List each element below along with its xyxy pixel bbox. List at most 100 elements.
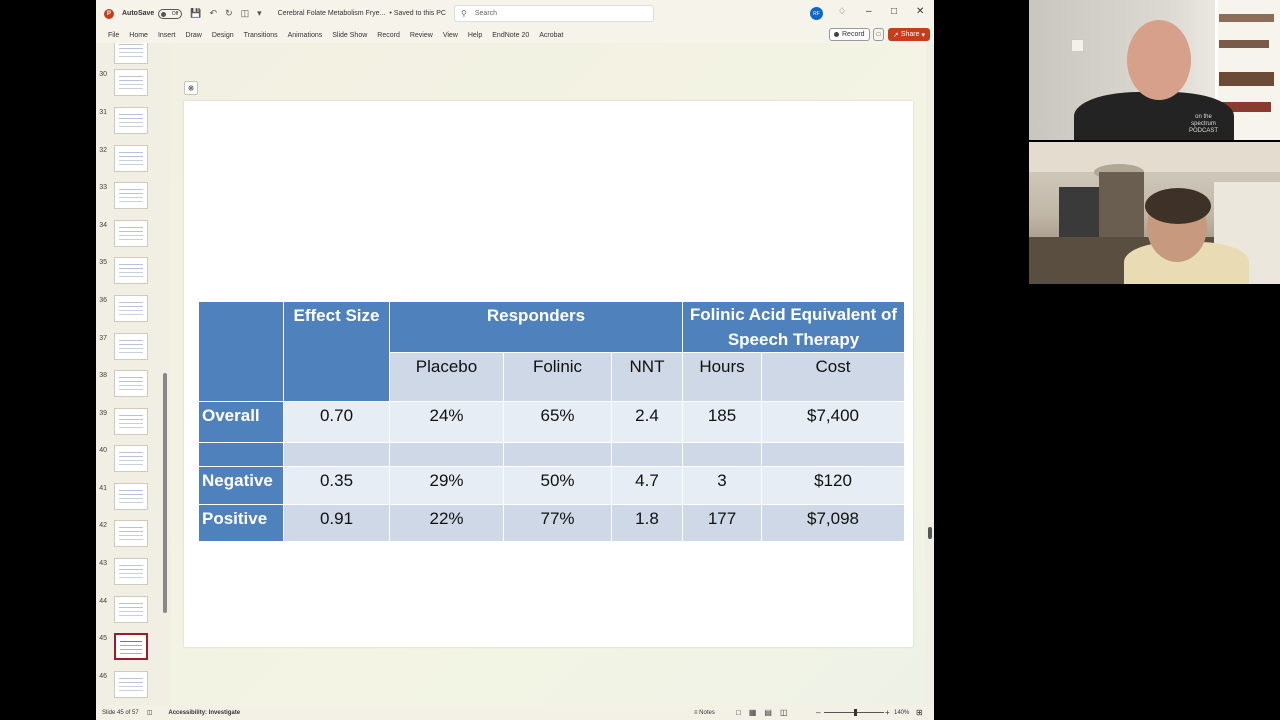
thumbnail-image[interactable] — [114, 408, 148, 435]
thumbnail-image[interactable] — [114, 445, 148, 472]
row-label-positive: Positive — [198, 504, 284, 542]
tab-design[interactable]: Design — [212, 32, 234, 39]
thumbnail-43[interactable]: 43 — [96, 558, 170, 592]
zoom-level[interactable]: 140% — [894, 710, 909, 716]
minimize-icon[interactable]: – — [866, 6, 872, 17]
accessibility-status[interactable]: Accessibility: Investigate — [168, 710, 240, 716]
powerpoint-window: P AutoSave Off 💾 ↶ ↻ ◫ ▾ Cerebral Folate… — [96, 0, 934, 720]
notes-button[interactable]: ≡ Notes — [694, 710, 715, 716]
thumbnail-34[interactable]: 34 — [96, 220, 170, 254]
thumbnail-image[interactable] — [114, 370, 148, 397]
autosave-state: Off — [171, 10, 179, 17]
search-icon: ⚲ — [461, 9, 467, 18]
thumbnail-41[interactable]: 41 — [96, 483, 170, 517]
thumbnail-image[interactable] — [114, 596, 148, 623]
tab-draw[interactable]: Draw — [185, 32, 201, 39]
share-dropdown-icon: ▾ — [919, 31, 925, 39]
search-box[interactable]: ⚲ Search — [454, 5, 654, 22]
zoom-slider-knob[interactable] — [854, 709, 857, 716]
thumbnail-image[interactable] — [114, 107, 148, 134]
thumbnail-image[interactable] — [114, 145, 148, 172]
autosave-toggle[interactable]: Off — [158, 8, 183, 19]
thumbnail-image[interactable] — [114, 483, 148, 510]
thumbnail-38[interactable]: 38 — [96, 370, 170, 404]
header-cost: Cost — [761, 352, 905, 402]
maximize-icon[interactable]: □ — [891, 6, 897, 17]
thumbnail-number: 36 — [99, 297, 107, 304]
tab-endnote[interactable]: EndNote 20 — [492, 32, 529, 39]
undo-icon[interactable]: ↶ — [210, 8, 218, 19]
thumbnail-35[interactable]: 35 — [96, 257, 170, 291]
thumbnail-32[interactable]: 32 — [96, 145, 170, 179]
thumbnail-image[interactable] — [114, 257, 148, 284]
thumbnail-image[interactable] — [114, 558, 148, 585]
view-buttons[interactable]: □▦▤◫ — [736, 708, 796, 717]
redo-icon[interactable]: ↻ — [225, 8, 233, 19]
customize-qat-icon[interactable]: ▾ — [257, 8, 262, 19]
tab-record[interactable]: Record — [377, 32, 400, 39]
thumbnail-number: 31 — [99, 109, 107, 116]
thumbnail-image[interactable] — [114, 333, 148, 360]
thumbnail-image[interactable] — [114, 295, 148, 322]
document-title[interactable]: Cerebral Folate Metabolism Frye... — [278, 10, 386, 17]
editor-scrollbar[interactable] — [926, 43, 934, 705]
thumbnail-45-selected[interactable]: 45 — [96, 633, 170, 667]
thumbnail-42[interactable]: 42 — [96, 520, 170, 554]
tab-review[interactable]: Review — [410, 32, 433, 39]
save-icon[interactable]: 💾 — [190, 8, 201, 19]
thumbnail-image[interactable] — [114, 43, 148, 64]
thumbnails-scrollbar[interactable] — [163, 373, 167, 613]
thumbnail-37[interactable]: 37 — [96, 333, 170, 367]
spelling-icon[interactable]: ◫ — [147, 709, 153, 716]
present-icon[interactable]: ◫ — [241, 8, 250, 19]
thumbnail-40[interactable]: 40 — [96, 445, 170, 479]
close-icon[interactable]: ✕ — [916, 6, 924, 17]
thumbnail-image[interactable] — [114, 220, 148, 247]
record-button[interactable]: Record — [829, 28, 870, 41]
results-table[interactable]: Effect Size Responders Folinic Acid Equi… — [198, 301, 905, 542]
thumbnail-30[interactable]: 30 — [96, 69, 170, 103]
thumbnail-33[interactable]: 33 — [96, 182, 170, 216]
cell-nnt: 4.7 — [611, 466, 683, 505]
thumbnail-image[interactable] — [114, 671, 148, 698]
thumbnail-image[interactable] — [114, 182, 148, 209]
tab-slide-show[interactable]: Slide Show — [332, 32, 367, 39]
designer-ideas-icon[interactable]: ❋ — [184, 81, 198, 95]
thumbnail-36[interactable]: 36 — [96, 295, 170, 329]
thumbnail-image[interactable] — [114, 633, 148, 660]
thumbnail-number: 40 — [99, 447, 107, 454]
thumbnail-number: 38 — [99, 372, 107, 379]
thumbnail-46[interactable]: 46 — [96, 671, 170, 705]
user-avatar[interactable]: RF — [810, 7, 823, 20]
header-responders: Responders — [389, 301, 683, 353]
cell-placebo: 22% — [389, 504, 504, 542]
zoom-out-icon[interactable]: – — [816, 708, 820, 717]
thumbnail-39[interactable]: 39 — [96, 408, 170, 442]
tab-view[interactable]: View — [443, 32, 458, 39]
share-button[interactable]: ↗ Share ▾ — [888, 28, 930, 41]
editor-scrollbar-thumb[interactable] — [928, 527, 932, 539]
thumbnail-44[interactable]: 44 — [96, 596, 170, 630]
thumbnail-29[interactable] — [96, 43, 170, 71]
tab-animations[interactable]: Animations — [288, 32, 323, 39]
designer-diamond-icon[interactable]: ♢ — [838, 6, 846, 17]
thumbnail-number: 33 — [99, 184, 107, 191]
current-slide[interactable]: Effect Size Responders Folinic Acid Equi… — [184, 101, 913, 647]
header-placebo: Placebo — [389, 352, 504, 402]
comments-button[interactable]: □ — [873, 28, 884, 41]
thumbnail-31[interactable]: 31 — [96, 107, 170, 141]
tab-acrobat[interactable]: Acrobat — [539, 32, 563, 39]
zoom-in-icon[interactable]: + — [885, 708, 890, 717]
saved-status[interactable]: • Saved to this PC — [389, 10, 446, 17]
fit-slide-icon[interactable]: ⊞ — [916, 708, 923, 717]
thumbnail-image[interactable] — [114, 69, 148, 96]
tab-insert[interactable]: Insert — [158, 32, 176, 39]
row-label-overall: Overall — [198, 401, 284, 443]
thumbnail-number: 42 — [99, 522, 107, 529]
tab-home[interactable]: Home — [129, 32, 148, 39]
thumbnail-image[interactable] — [114, 520, 148, 547]
tab-file[interactable]: File — [108, 32, 119, 39]
tab-transitions[interactable]: Transitions — [244, 32, 278, 39]
tab-help[interactable]: Help — [468, 32, 482, 39]
spacer-cell — [389, 442, 504, 467]
